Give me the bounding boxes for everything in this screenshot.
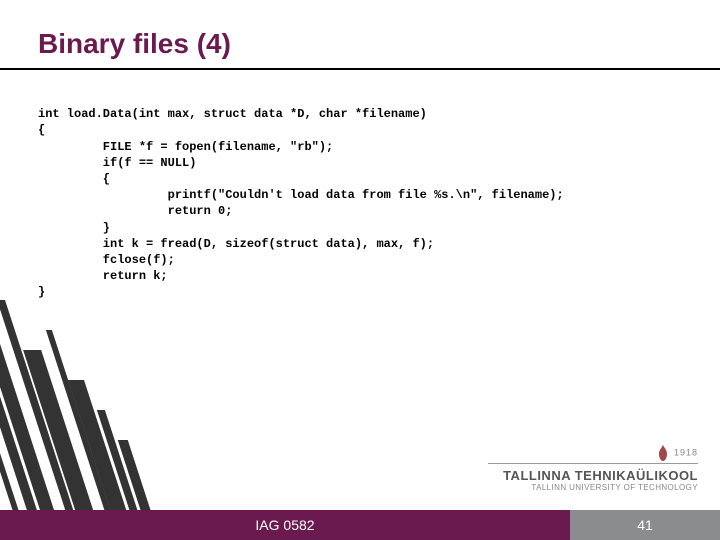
code-line: FILE *f = fopen(filename, "rb"); bbox=[38, 140, 333, 154]
code-line: } bbox=[38, 221, 110, 235]
code-line: return 0; bbox=[38, 204, 232, 218]
logo-flame-icon bbox=[656, 445, 670, 461]
code-line: int k = fread(D, sizeof(struct data), ma… bbox=[38, 237, 434, 251]
university-logo: 1918 TALLINNA TEHNIKAÜLIKOOL TALLINN UNI… bbox=[488, 445, 698, 492]
footer-page-number: 41 bbox=[570, 510, 720, 540]
slide-title: Binary files (4) bbox=[38, 28, 231, 60]
code-block: int load.Data(int max, struct data *D, c… bbox=[38, 90, 564, 300]
code-line: fclose(f); bbox=[38, 253, 175, 267]
logo-year-text: 1918 bbox=[674, 447, 698, 457]
logo-year: 1918 bbox=[488, 445, 698, 461]
code-line: printf("Couldn't load data from file %s.… bbox=[38, 188, 564, 202]
code-line: if(f == NULL) bbox=[38, 156, 196, 170]
footer-course-code: IAG 0582 bbox=[0, 510, 570, 540]
logo-main-text: TALLINNA TEHNIKAÜLIKOOL bbox=[488, 468, 698, 483]
code-line: return k; bbox=[38, 269, 168, 283]
code-line: { bbox=[38, 172, 110, 186]
code-line: int load.Data(int max, struct data *D, c… bbox=[38, 107, 427, 121]
footer-bar: IAG 0582 41 bbox=[0, 510, 720, 540]
code-line: } bbox=[38, 285, 45, 299]
logo-divider bbox=[488, 463, 698, 464]
code-line: { bbox=[38, 123, 45, 137]
background-graphic bbox=[0, 280, 180, 540]
logo-sub-text: TALLINN UNIVERSITY OF TECHNOLOGY bbox=[488, 483, 698, 492]
title-underline bbox=[0, 68, 720, 70]
